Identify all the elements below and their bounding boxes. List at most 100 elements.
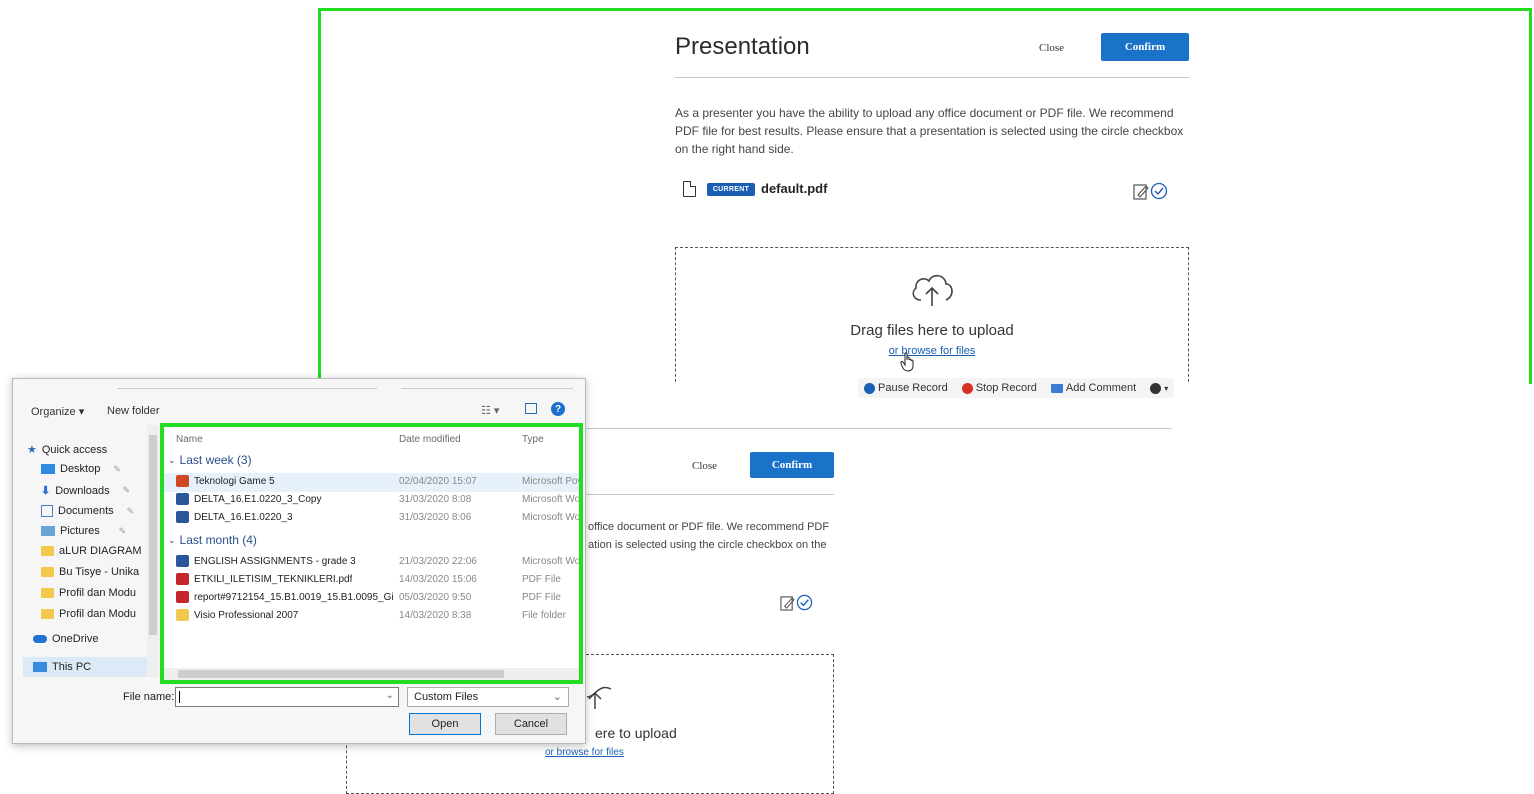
bg-close-button[interactable]: Close (692, 460, 717, 472)
cloud-icon (33, 635, 47, 643)
nav-desktop[interactable]: Desktop ✎ (41, 463, 121, 475)
file-type: Microsoft Word (522, 556, 583, 567)
pin-icon: ✎ (118, 525, 127, 536)
powerpoint-file-icon (176, 475, 189, 487)
file-name: Teknologi Game 5 (194, 476, 275, 487)
file-icon (683, 181, 696, 197)
nav-onedrive[interactable]: OneDrive (33, 633, 98, 645)
nav-label: Pictures (60, 525, 100, 537)
bg-description-2: ation is selected using the circle check… (588, 539, 827, 551)
file-name: DELTA_16.E1.0220_3_Copy (194, 494, 322, 505)
bg-drag-text: ere to upload (595, 725, 677, 741)
nav-documents[interactable]: Documents ✎ (41, 505, 134, 517)
nav-folder-bu-tisye[interactable]: Bu Tisye - Unika (41, 566, 139, 578)
column-header-type[interactable]: Type (522, 434, 544, 445)
current-file-name: default.pdf (761, 181, 828, 196)
pdf-file-icon (176, 573, 189, 585)
new-folder-button[interactable]: New folder (107, 405, 160, 417)
folder-icon (41, 567, 54, 577)
file-list-scrollbar[interactable] (164, 668, 579, 680)
file-type: PDF File (522, 592, 561, 603)
file-list-scroll-thumb[interactable] (178, 670, 504, 678)
dialog-toolbar: Organize ▾ New folder ☷ ▾ ? (13, 401, 585, 421)
group-label: Last week (3) (179, 453, 252, 467)
file-row[interactable]: ETKILI_ILETISIM_TEKNIKLERI.pdf 14/03/202… (164, 571, 579, 590)
preview-pane-icon[interactable] (525, 403, 537, 414)
text-cursor (179, 691, 180, 703)
nav-downloads[interactable]: ⬇ Downloads ✎ (41, 484, 131, 498)
presentation-panel: Presentation Close Confirm As a presente… (318, 8, 1532, 384)
bg-divider (586, 494, 834, 495)
nav-label: This PC (52, 661, 92, 673)
pdf-file-icon (176, 591, 189, 603)
nav-label: Quick access (41, 443, 108, 456)
nav-this-pc[interactable]: This PC (23, 657, 147, 677)
bg-edit-icon[interactable] (780, 595, 795, 611)
column-header-date[interactable]: Date modified (399, 434, 461, 445)
nav-label: Profil dan Modu (59, 608, 137, 620)
file-date: 21/03/2020 22:06 (399, 556, 477, 567)
nav-folder-alur-diagram[interactable]: aLUR DIAGRAM (41, 545, 142, 557)
panel-title: Presentation (675, 33, 810, 60)
address-bar[interactable] (13, 379, 585, 393)
desktop-icon (41, 464, 55, 474)
nav-quick-access[interactable]: ★ Quick access (27, 443, 108, 457)
upload-dropzone[interactable]: Drag files here to upload or browse for … (675, 247, 1189, 384)
group-last-week[interactable]: ⌄ Last week (3) (168, 453, 252, 467)
cancel-button[interactable]: Cancel (495, 713, 567, 735)
file-row[interactable]: ENGLISH ASSIGNMENTS - grade 3 21/03/2020… (164, 553, 579, 572)
file-actions (1133, 182, 1168, 200)
current-badge: CURRENT (707, 183, 755, 196)
column-header-name[interactable]: Name (176, 434, 203, 445)
nav-scroll-thumb[interactable] (149, 435, 157, 635)
file-name: report#9712154_15.B1.0019_15.B1.0095_Gi.… (194, 592, 394, 603)
browse-files-link[interactable]: or browse for files (676, 345, 1188, 357)
file-row[interactable]: Visio Professional 2007 14/03/2020 8:38 … (164, 607, 579, 626)
organize-button[interactable]: Organize ▾ (31, 405, 84, 418)
file-name-input[interactable]: ⌄ (175, 687, 399, 707)
nav-scrollbar[interactable] (147, 425, 159, 677)
word-file-icon (176, 493, 189, 505)
pin-icon: ✎ (122, 485, 131, 495)
organize-label: Organize (31, 406, 76, 418)
computer-icon (33, 662, 47, 672)
file-type-value: Custom Files (414, 691, 479, 703)
download-icon: ⬇ (41, 485, 51, 497)
open-button[interactable]: Open (409, 713, 481, 735)
file-name-label: File name: (123, 691, 175, 703)
file-date: 31/03/2020 8:06 (399, 512, 472, 523)
address-path[interactable] (117, 379, 377, 389)
open-file-dialog: Organize ▾ New folder ☷ ▾ ? ★ Quick acces… (12, 378, 586, 744)
search-box[interactable] (401, 379, 573, 389)
file-date: 02/04/2020 15:07 (399, 476, 477, 487)
file-row[interactable]: Teknologi Game 5 02/04/2020 15:07 Micros… (164, 473, 579, 492)
file-row[interactable]: report#9712154_15.B1.0019_15.B1.0095_Gi.… (164, 589, 579, 608)
help-icon[interactable]: ? (551, 402, 565, 416)
close-button[interactable]: Close (1039, 42, 1064, 54)
nav-pictures[interactable]: Pictures ✎ (41, 525, 126, 537)
word-file-icon (176, 511, 189, 523)
file-row[interactable]: DELTA_16.E1.0220_3 31/03/2020 8:06 Micro… (164, 509, 579, 528)
nav-folder-profil-2[interactable]: Profil dan Modu (41, 608, 136, 620)
bg-file-actions (780, 594, 813, 611)
chevron-down-icon[interactable]: ⌄ (386, 690, 394, 701)
bg-select-circle-icon[interactable] (796, 594, 813, 611)
bg-browse-link[interactable]: or browse for files (545, 747, 624, 758)
file-date: 31/03/2020 8:08 (399, 494, 472, 505)
bg-top-divider (586, 428, 1172, 429)
file-type-select[interactable]: Custom Files ⌄ (407, 687, 569, 707)
nav-folder-profil-1[interactable]: Profil dan Modu (41, 587, 136, 599)
select-circle-icon[interactable] (1150, 182, 1168, 200)
bg-confirm-button[interactable]: Confirm (750, 452, 834, 478)
pictures-icon (41, 526, 55, 536)
view-options-icon[interactable]: ☷ ▾ (481, 404, 499, 417)
file-row[interactable]: DELTA_16.E1.0220_3_Copy 31/03/2020 8:08 … (164, 491, 579, 510)
edit-icon[interactable] (1133, 183, 1149, 200)
nav-label: Bu Tisye - Unika (59, 566, 140, 578)
confirm-button[interactable]: Confirm (1101, 33, 1189, 61)
nav-label: Profil dan Modu (59, 587, 137, 599)
drag-files-text: Drag files here to upload (850, 322, 1014, 339)
cloud-upload-icon (912, 274, 953, 306)
pin-icon: ✎ (126, 505, 135, 516)
group-last-month[interactable]: ⌄ Last month (4) (168, 533, 257, 547)
